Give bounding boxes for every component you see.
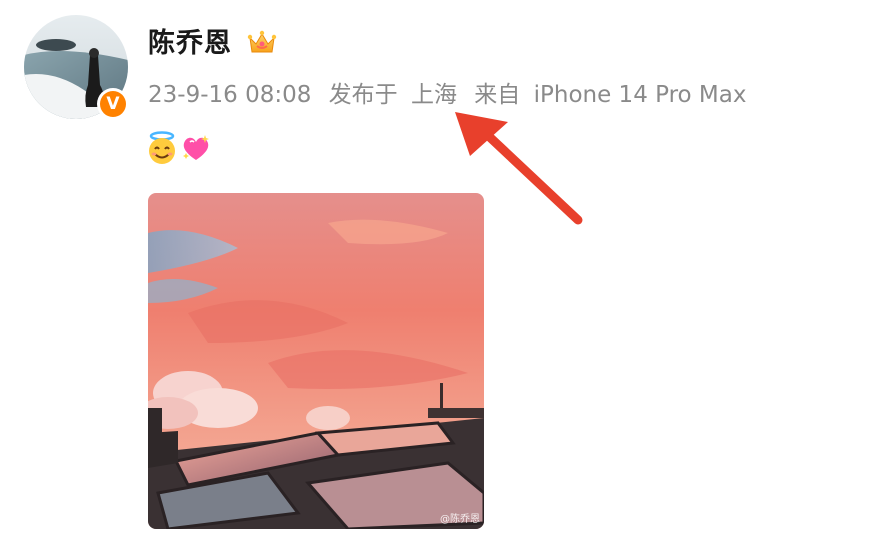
post-datetime[interactable]: 23-9-16 08:08 (148, 82, 311, 108)
post-text (146, 130, 212, 166)
post-image[interactable]: @陈乔恩 (148, 193, 484, 529)
image-watermark: @陈乔恩 (440, 514, 480, 525)
sunset-photo (148, 193, 484, 529)
avatar-container[interactable]: V (24, 15, 129, 120)
username[interactable]: 陈乔恩 (148, 24, 232, 64)
verified-badge-letter: V (100, 91, 126, 117)
post-location: 上海 (410, 82, 457, 108)
weibo-post: V 陈乔恩 23-9-16 08:08 发布于 上海 来自 iPhone 14 … (0, 0, 872, 546)
published-prefix: 发布于 (328, 82, 398, 108)
post-device[interactable]: iPhone 14 Pro Max (534, 82, 747, 108)
post-meta: 23-9-16 08:08 发布于 上海 来自 iPhone 14 Pro Ma… (148, 78, 756, 112)
red-arrow-annotation (455, 112, 583, 225)
verified-badge: V (97, 88, 129, 120)
smiling-face-with-halo-icon (149, 131, 175, 164)
sparkling-heart-icon (183, 135, 209, 160)
source-prefix: 来自 (474, 82, 521, 108)
crown-icon[interactable] (247, 28, 277, 58)
